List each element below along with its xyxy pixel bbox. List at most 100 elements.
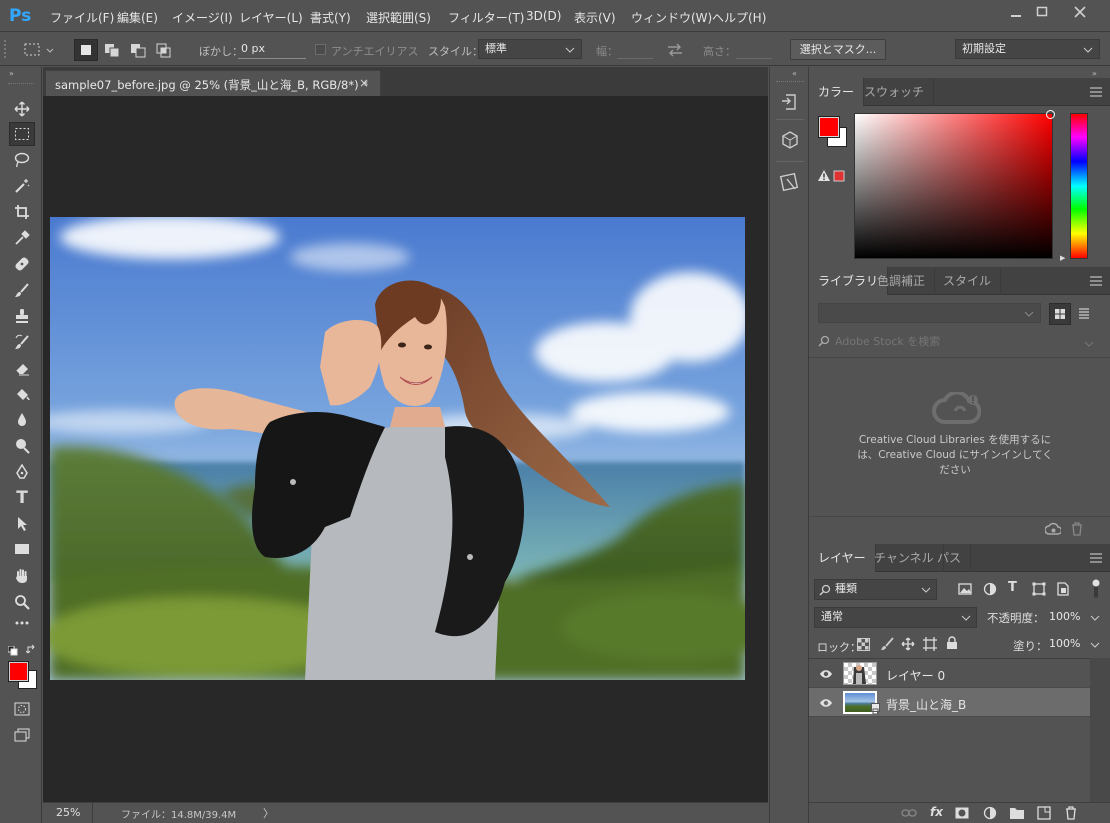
- height-input[interactable]: [736, 39, 772, 59]
- stamp-tool[interactable]: [9, 304, 35, 328]
- link-layers-icon[interactable]: [901, 807, 917, 819]
- hue-slider[interactable]: [1070, 113, 1088, 259]
- fill-input[interactable]: 100%: [1045, 634, 1103, 655]
- layer-row-background[interactable]: 背景_山と海_B: [809, 688, 1090, 717]
- feather-input[interactable]: 0 px: [238, 39, 306, 59]
- magic-wand-tool[interactable]: [9, 174, 35, 198]
- menu-filter[interactable]: フィルター(T): [448, 9, 524, 26]
- maximize-icon[interactable]: [1032, 4, 1052, 20]
- path-select-tool[interactable]: [9, 512, 35, 536]
- filter-pixel-icon[interactable]: [958, 582, 972, 596]
- healing-tool[interactable]: [9, 252, 35, 276]
- marquee-tool[interactable]: [9, 122, 35, 146]
- lock-pixels-icon[interactable]: [880, 637, 894, 651]
- menu-window[interactable]: ウィンドウ(W): [631, 9, 712, 26]
- hue-slider-handle[interactable]: ▶: [1060, 254, 1065, 262]
- layer-row-layer0[interactable]: レイヤー 0: [809, 659, 1090, 688]
- intersect-selection-button[interactable]: [153, 39, 175, 61]
- menu-help[interactable]: ヘルプ(H): [712, 9, 766, 26]
- paint-bucket-tool[interactable]: [9, 382, 35, 406]
- crop-tool[interactable]: [9, 200, 35, 224]
- antialias-checkbox[interactable]: [315, 44, 326, 55]
- hand-tool[interactable]: [9, 564, 35, 588]
- lock-position-icon[interactable]: [901, 637, 915, 651]
- brush-tool[interactable]: [9, 278, 35, 302]
- blend-mode-select[interactable]: 通常: [814, 607, 977, 628]
- menu-file[interactable]: ファイル(F): [50, 9, 114, 26]
- stock-search-input[interactable]: [835, 332, 1065, 350]
- style-select[interactable]: 標準: [478, 39, 582, 59]
- swap-width-height-icon[interactable]: [666, 42, 684, 58]
- library-select[interactable]: [818, 303, 1041, 323]
- collapse-dock-icon[interactable]: «: [792, 69, 797, 78]
- trash-icon[interactable]: [1070, 522, 1084, 536]
- add-selection-button[interactable]: [101, 39, 123, 61]
- lock-artboard-icon[interactable]: [923, 637, 937, 651]
- document-tab-close-icon[interactable]: ×: [359, 76, 369, 90]
- opacity-input[interactable]: 100%: [1045, 607, 1103, 628]
- panel-menu-icon[interactable]: [1090, 553, 1102, 563]
- new-selection-button[interactable]: [74, 39, 98, 61]
- panel-menu-icon[interactable]: [1090, 87, 1102, 97]
- type-tool[interactable]: T: [9, 486, 35, 510]
- tab-swatches[interactable]: スウォッチ: [855, 78, 935, 106]
- menu-layer[interactable]: レイヤー(L): [239, 9, 303, 26]
- new-adjustment-layer-icon[interactable]: [983, 806, 997, 820]
- visibility-eye-icon[interactable]: [819, 696, 833, 710]
- zoom-level[interactable]: 25%: [56, 806, 80, 819]
- tool-preset-picker[interactable]: [22, 41, 58, 59]
- color-panel-fg-swatch[interactable]: [818, 116, 840, 138]
- delete-layer-icon[interactable]: [1064, 806, 1078, 820]
- quick-mask-icon[interactable]: [9, 698, 35, 722]
- lasso-tool[interactable]: [9, 148, 35, 172]
- width-input[interactable]: [617, 39, 653, 59]
- more-tools[interactable]: [9, 616, 35, 640]
- zoom-tool[interactable]: [9, 590, 35, 614]
- tab-adjustments[interactable]: 色調補正: [868, 267, 936, 295]
- menu-type[interactable]: 書式(Y): [310, 9, 351, 26]
- lock-transparency-icon[interactable]: [857, 638, 870, 651]
- cc-sync-icon[interactable]: [1044, 522, 1063, 536]
- panel-menu-icon[interactable]: [1090, 276, 1102, 286]
- visibility-eye-icon[interactable]: [819, 667, 833, 681]
- add-mask-icon[interactable]: [955, 806, 969, 820]
- new-group-icon[interactable]: [1009, 806, 1025, 820]
- collapse-tools-icon[interactable]: »: [9, 69, 35, 78]
- blur-tool[interactable]: [9, 408, 35, 432]
- new-layer-icon[interactable]: [1037, 806, 1051, 820]
- menu-view[interactable]: 表示(V): [574, 9, 616, 26]
- collapse-panels-icon[interactable]: »: [1092, 69, 1097, 78]
- out-of-gamut-warning-icon[interactable]: [818, 170, 846, 182]
- properties-panel-icon[interactable]: [779, 171, 801, 193]
- subtract-selection-button[interactable]: [127, 39, 149, 61]
- rectangle-tool[interactable]: [9, 538, 35, 562]
- select-and-mask-button[interactable]: 選択とマスク...: [790, 39, 886, 60]
- screen-mode-icon[interactable]: [9, 724, 35, 748]
- swap-colors-icon[interactable]: [25, 644, 37, 655]
- tab-styles[interactable]: スタイル: [934, 267, 1002, 295]
- history-panel-icon[interactable]: [779, 91, 801, 113]
- filter-shape-icon[interactable]: [1032, 582, 1046, 596]
- menu-select[interactable]: 選択範囲(S): [366, 9, 431, 26]
- layers-scrollbar[interactable]: [1090, 658, 1110, 802]
- filter-adjustment-icon[interactable]: [983, 582, 997, 596]
- menu-edit[interactable]: 編集(E): [117, 9, 158, 26]
- menu-3d[interactable]: 3D(D): [526, 9, 561, 23]
- layer-filter-select[interactable]: 種類: [814, 579, 937, 600]
- 3d-panel-icon[interactable]: [779, 129, 801, 151]
- eyedropper-tool[interactable]: [9, 226, 35, 250]
- chevron-down-icon[interactable]: [1084, 337, 1094, 347]
- move-tool[interactable]: [9, 97, 35, 121]
- default-colors-icon[interactable]: [7, 645, 18, 656]
- minimize-icon[interactable]: [1006, 4, 1026, 20]
- eraser-tool[interactable]: [9, 356, 35, 380]
- status-menu-arrow[interactable]: 〉: [263, 805, 274, 821]
- lock-all-icon[interactable]: [946, 636, 958, 650]
- filter-type-icon[interactable]: T: [1008, 581, 1022, 595]
- workspace-select[interactable]: 初期設定: [955, 39, 1100, 59]
- list-view-button[interactable]: [1074, 303, 1096, 325]
- document-photo[interactable]: [50, 217, 745, 680]
- filter-smart-object-icon[interactable]: [1056, 582, 1070, 596]
- grid-view-button[interactable]: [1049, 303, 1071, 325]
- pen-tool[interactable]: [9, 460, 35, 484]
